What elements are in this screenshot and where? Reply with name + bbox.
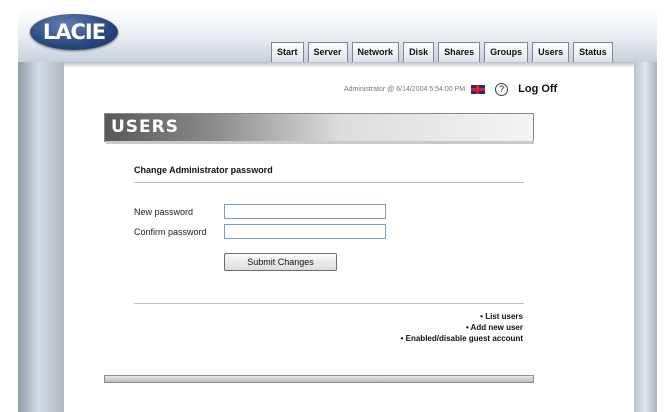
tab-server[interactable]: Server xyxy=(307,42,348,62)
section-title: Change Administrator password xyxy=(134,165,273,175)
confirm-password-field[interactable] xyxy=(224,224,386,239)
main-content: Administrator @ 6/14/2004 5:54:00 PM ? L… xyxy=(64,62,634,412)
tab-network[interactable]: Network xyxy=(351,42,400,62)
logoff-link[interactable]: Log Off xyxy=(518,83,557,95)
tab-start[interactable]: Start xyxy=(271,42,304,62)
tab-status[interactable]: Status xyxy=(573,42,613,62)
new-password-field[interactable] xyxy=(224,204,386,219)
confirm-password-label: Confirm password xyxy=(134,227,207,237)
user-actions-links: • List users • Add new user • Enabled/di… xyxy=(401,311,523,344)
links-divider xyxy=(134,303,524,304)
main-nav-tabs: Start Server Network Disk Shares Groups … xyxy=(271,42,613,62)
page-title: USERS xyxy=(111,117,179,137)
bottom-bar xyxy=(104,375,534,383)
tab-groups[interactable]: Groups xyxy=(484,42,529,62)
add-new-user-link[interactable]: • Add new user xyxy=(401,322,523,333)
lacie-logo: LACIE xyxy=(30,14,118,50)
user-status-line: Administrator @ 6/14/2004 5:54:00 PM ? L… xyxy=(344,82,557,96)
content-top-shadow xyxy=(64,62,634,68)
submit-changes-button[interactable]: Submit Changes xyxy=(224,253,337,271)
help-icon[interactable]: ? xyxy=(495,82,509,96)
tab-users[interactable]: Users xyxy=(532,42,570,62)
banner-shadow xyxy=(106,141,534,144)
left-frame-border xyxy=(18,62,64,412)
tab-disk[interactable]: Disk xyxy=(403,42,435,62)
uk-flag-icon[interactable] xyxy=(471,84,486,94)
list-users-link[interactable]: • List users xyxy=(401,311,523,322)
section-divider xyxy=(134,182,524,183)
right-frame-border xyxy=(634,62,657,412)
guest-account-link[interactable]: • Enabled/disable guest account xyxy=(401,333,523,344)
user-info: Administrator @ 6/14/2004 5:54:00 PM xyxy=(344,85,466,93)
tab-shares[interactable]: Shares xyxy=(438,42,481,62)
page-banner: USERS xyxy=(104,113,534,142)
new-password-label: New password xyxy=(134,207,194,217)
